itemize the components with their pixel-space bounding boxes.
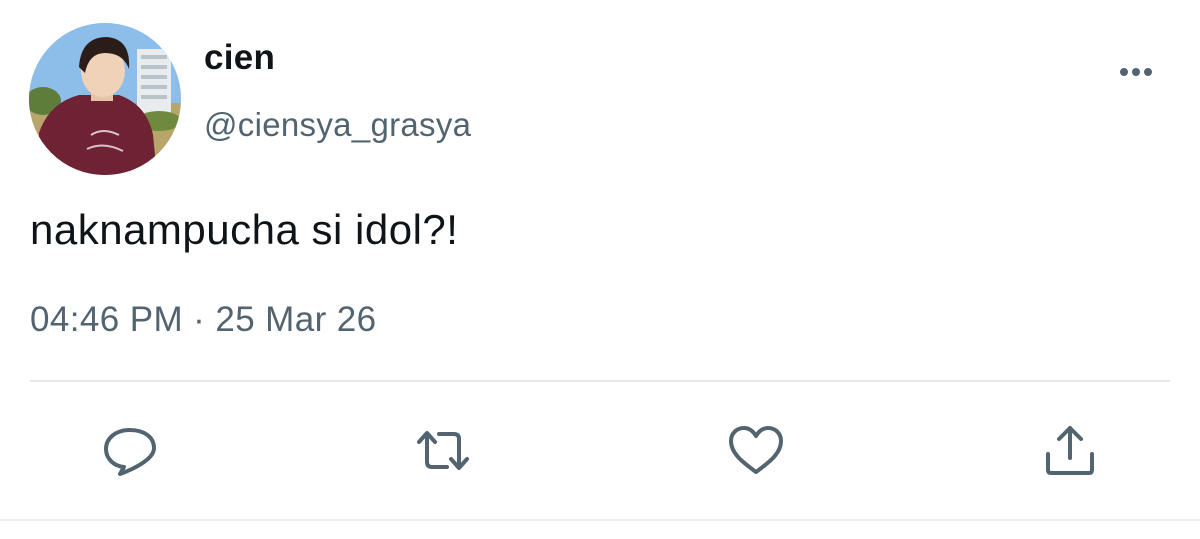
- bottom-divider: [0, 519, 1200, 521]
- tweet-time: 04:46 PM: [30, 300, 184, 339]
- more-options-icon: [1120, 68, 1152, 76]
- divider: [30, 380, 1170, 382]
- retweet-button[interactable]: [413, 422, 473, 480]
- more-options-button[interactable]: [1110, 58, 1162, 86]
- like-icon: [729, 426, 783, 474]
- share-icon: [1046, 426, 1094, 475]
- timestamp-separator: ·: [193, 300, 206, 339]
- reply-button[interactable]: [100, 422, 160, 480]
- reply-icon: [104, 428, 156, 476]
- tweet-text: naknampucha si idol?!: [30, 206, 459, 253]
- share-button[interactable]: [1040, 422, 1100, 480]
- tweet-timestamp: 04:46 PM · 25 Mar 26: [30, 300, 377, 340]
- tweet-date: 25 Mar 26: [215, 300, 377, 339]
- author-handle[interactable]: @ciensya_grasya: [204, 106, 471, 144]
- like-button[interactable]: [726, 422, 786, 480]
- author-display-name[interactable]: cien: [204, 38, 275, 78]
- avatar-photo: [29, 23, 181, 175]
- retweet-icon: [417, 431, 469, 470]
- avatar[interactable]: [29, 23, 181, 175]
- tweet-card: cien @ciensya_grasya naknampucha si idol…: [0, 0, 1200, 539]
